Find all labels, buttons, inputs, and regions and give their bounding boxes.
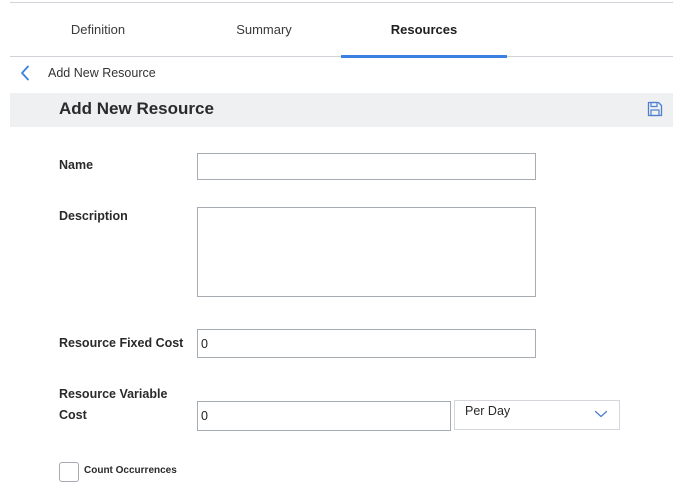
- description-label: Description: [59, 209, 128, 223]
- variable-cost-label-line1: Resource Variable: [59, 387, 168, 401]
- chevron-left-icon[interactable]: [16, 63, 34, 83]
- tab-bar: Definition Summary Resources: [10, 3, 673, 58]
- tab-summary-label: Summary: [236, 21, 292, 37]
- breadcrumb-label: Add New Resource: [48, 66, 156, 80]
- fixed-cost-input[interactable]: [197, 329, 536, 358]
- chevron-down-icon: [594, 407, 608, 421]
- tab-definition[interactable]: Definition: [15, 3, 181, 57]
- variable-cost-label: Resource Variable Cost: [59, 384, 167, 426]
- save-icon[interactable]: [646, 100, 664, 118]
- cost-unit-select[interactable]: Per Day: [454, 400, 620, 430]
- description-textarea[interactable]: [197, 207, 536, 297]
- name-input[interactable]: [197, 153, 536, 180]
- count-occurrences-checkbox[interactable]: [59, 462, 79, 482]
- tab-resources[interactable]: Resources: [341, 3, 507, 58]
- tab-resources-label: Resources: [390, 21, 458, 37]
- variable-cost-label-line2: Cost: [59, 408, 87, 422]
- tab-definition-label: Definition: [70, 21, 126, 37]
- name-label: Name: [59, 158, 94, 172]
- variable-cost-input[interactable]: [197, 401, 451, 431]
- count-occurrences-label: Count Occurrences: [84, 465, 177, 476]
- tab-summary[interactable]: Summary: [181, 3, 347, 57]
- page-header: Add New Resource: [10, 93, 673, 127]
- cost-unit-value: Per Day: [465, 404, 511, 418]
- breadcrumb: Add New Resource: [16, 62, 156, 84]
- fixed-cost-label: Resource Fixed Cost: [59, 336, 184, 350]
- page-title: Add New Resource: [59, 99, 214, 118]
